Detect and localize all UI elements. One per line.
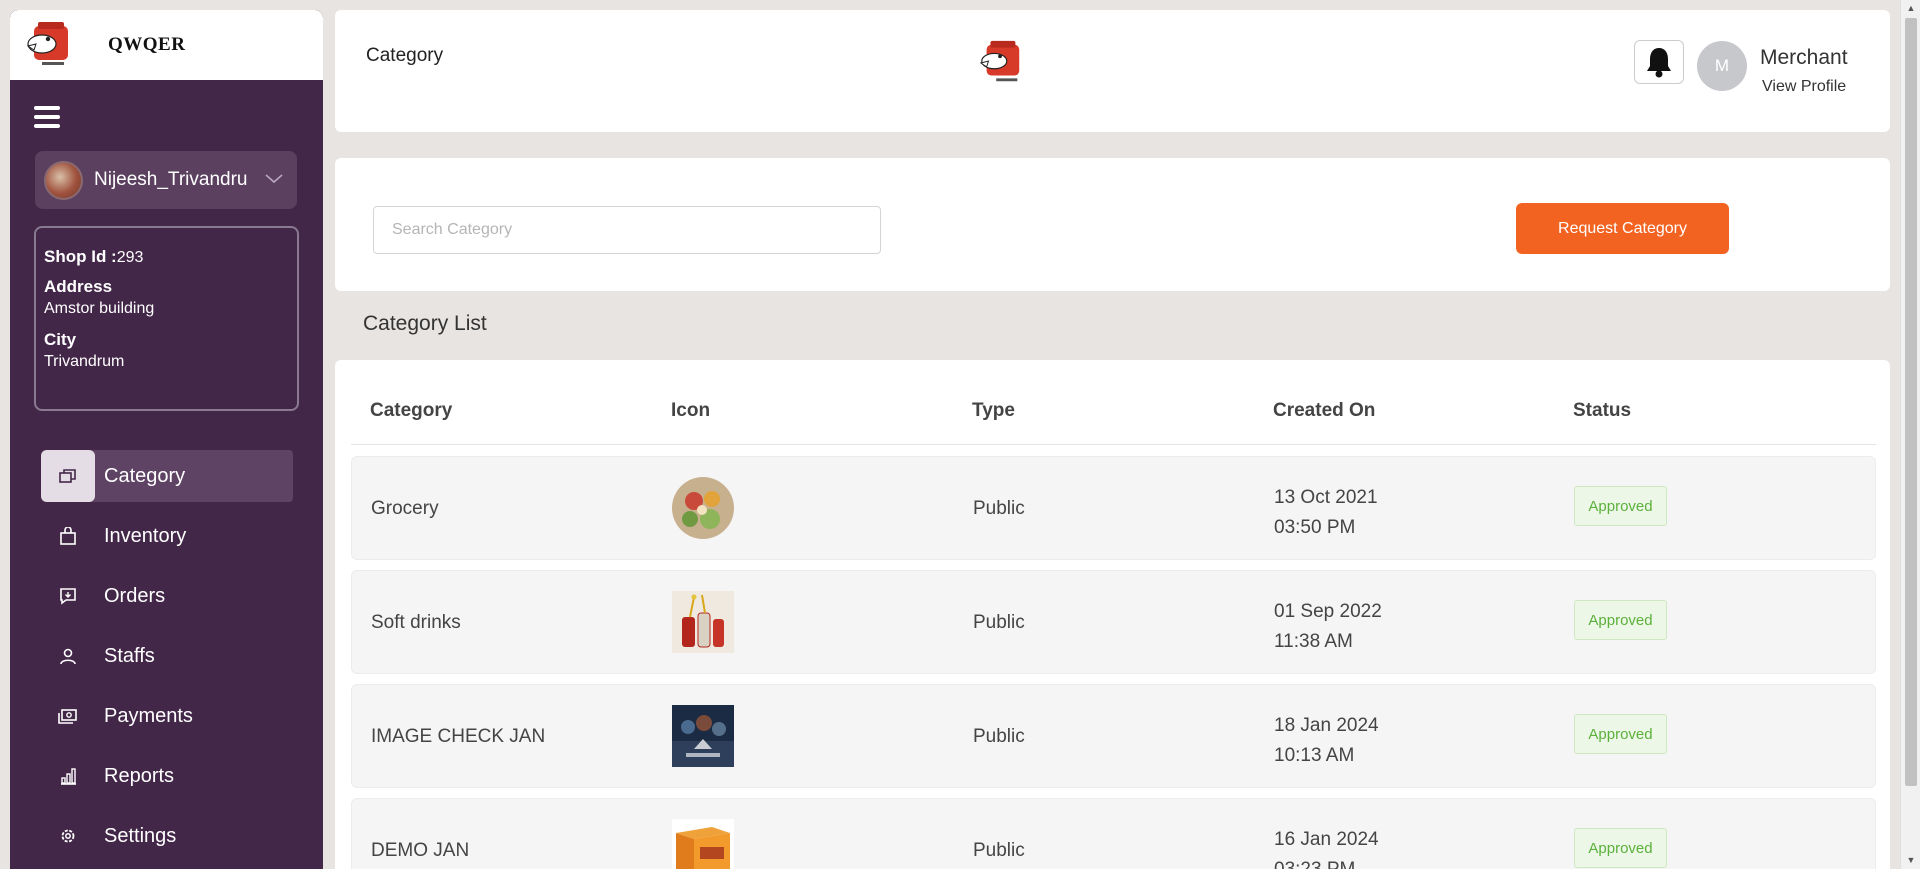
created-time: 03:23 PM xyxy=(1274,855,1379,869)
category-name: Grocery xyxy=(371,498,439,519)
created-date: 18 Jan 2024 xyxy=(1274,715,1379,736)
search-panel: Request Category xyxy=(335,158,1890,291)
category-type: Public xyxy=(973,612,1025,633)
category-list-title: Category List xyxy=(363,312,487,335)
created-date: 16 Jan 2024 xyxy=(1274,829,1379,850)
category-name: IMAGE CHECK JAN xyxy=(371,726,546,747)
status-badge: Approved xyxy=(1574,828,1667,868)
sidebar: QWQER Nijeesh_Trivandru Shop Id :293 Add… xyxy=(10,10,323,869)
qwqer-logo xyxy=(26,22,68,65)
chevron-down-icon xyxy=(265,171,283,189)
created-on: 13 Oct 2021 03:50 PM xyxy=(1274,483,1378,543)
scroll-down-arrow-icon[interactable]: ▼ xyxy=(1901,852,1920,869)
created-date: 13 Oct 2021 xyxy=(1274,487,1378,508)
sidebar-item-label: Settings xyxy=(104,824,177,847)
profile-avatar[interactable]: M xyxy=(1697,41,1747,91)
category-table: Category Icon Type Created On Status Gro… xyxy=(335,360,1890,869)
table-row[interactable]: Grocery Public 13 Oct 2021 03:50 PM Appr… xyxy=(351,456,1876,560)
view-profile-link[interactable]: View Profile xyxy=(1762,78,1846,96)
address-value: Amstor building xyxy=(44,300,155,317)
qwqer-logo xyxy=(979,40,1020,82)
sidebar-item-label: Inventory xyxy=(104,524,187,547)
sidebar-item-payments[interactable]: Payments xyxy=(41,690,293,742)
category-type: Public xyxy=(973,840,1025,861)
user-name: Nijeesh_Trivandru xyxy=(94,169,248,190)
page-scrollbar[interactable]: ▲ ▼ xyxy=(1900,0,1920,869)
shop-id-value: 293 xyxy=(116,249,144,266)
bag-icon xyxy=(41,510,95,562)
status-badge: Approved xyxy=(1574,714,1667,754)
menu-toggle-icon[interactable] xyxy=(34,106,60,128)
sidebar-item-staffs[interactable]: Staffs xyxy=(41,630,293,682)
request-category-button[interactable]: Request Category xyxy=(1516,203,1729,254)
sidebar-item-inventory[interactable]: Inventory xyxy=(41,510,293,562)
profile-name: Merchant xyxy=(1760,46,1848,69)
product-box-image xyxy=(672,819,734,869)
city-label: City xyxy=(44,330,77,349)
scrollbar-thumb[interactable] xyxy=(1905,18,1917,786)
category-icon xyxy=(41,450,95,502)
created-date: 01 Sep 2022 xyxy=(1274,601,1382,622)
column-header-type: Type xyxy=(972,400,1015,421)
status-badge: Approved xyxy=(1574,600,1667,640)
created-on: 18 Jan 2024 10:13 AM xyxy=(1274,711,1379,771)
category-name: DEMO JAN xyxy=(371,840,470,861)
notification-button[interactable] xyxy=(1634,40,1684,84)
sidebar-item-label: Payments xyxy=(104,704,193,727)
column-header-category: Category xyxy=(370,400,453,421)
sidebar-item-settings[interactable]: Settings xyxy=(41,810,293,862)
category-type: Public xyxy=(973,726,1025,747)
table-row[interactable]: IMAGE CHECK JAN Public 18 Jan 2024 10:13… xyxy=(351,684,1876,788)
user-avatar xyxy=(44,160,83,200)
search-input[interactable] xyxy=(373,206,881,254)
shop-id-label: Shop Id : xyxy=(44,247,117,266)
created-time: 11:38 AM xyxy=(1274,631,1353,652)
sidebar-item-label: Orders xyxy=(104,584,166,607)
poster-image xyxy=(672,705,734,767)
category-type: Public xyxy=(973,498,1025,519)
sidebar-item-category[interactable]: Category xyxy=(41,450,293,502)
created-on: 01 Sep 2022 11:38 AM xyxy=(1274,597,1382,657)
sidebar-item-reports[interactable]: Reports xyxy=(41,750,293,802)
created-on: 16 Jan 2024 03:23 PM xyxy=(1274,825,1379,869)
sidebar-item-label: Staffs xyxy=(104,644,155,667)
soft-drinks-image xyxy=(672,591,734,653)
shop-info-card: Shop Id :293 Address Amstor building Cit… xyxy=(34,226,299,411)
sidebar-nav: Category Inventory Orders Staffs Payment… xyxy=(41,450,293,869)
address-label: Address xyxy=(44,277,113,296)
bell-icon xyxy=(1647,48,1671,78)
gear-icon xyxy=(41,810,95,862)
table-row[interactable]: DEMO JAN Public 16 Jan 2024 03:23 PM App… xyxy=(351,798,1876,869)
scroll-up-arrow-icon[interactable]: ▲ xyxy=(1901,0,1920,17)
page-title: Category xyxy=(366,45,444,66)
person-icon xyxy=(41,630,95,682)
orders-icon xyxy=(41,570,95,622)
brand-name: QWQER xyxy=(108,34,186,55)
created-time: 03:50 PM xyxy=(1274,517,1356,538)
city-value: Trivandrum xyxy=(44,353,125,370)
user-selector[interactable]: Nijeesh_Trivandru xyxy=(35,151,297,209)
grocery-image xyxy=(672,477,734,539)
table-row[interactable]: Soft drinks Public 01 Sep 2022 11:38 AM … xyxy=(351,570,1876,674)
column-header-icon: Icon xyxy=(671,400,711,421)
chart-icon xyxy=(41,750,95,802)
sidebar-item-label: Reports xyxy=(104,764,175,787)
category-name: Soft drinks xyxy=(371,612,461,633)
status-badge: Approved xyxy=(1574,486,1667,526)
top-header: Category M Merchant View Profile xyxy=(335,10,1890,132)
column-header-status: Status xyxy=(1573,400,1632,421)
column-header-created-on: Created On xyxy=(1273,400,1376,421)
sidebar-item-label: Category xyxy=(104,464,186,487)
brand-header[interactable]: QWQER xyxy=(10,10,323,80)
table-header: Category Icon Type Created On Status xyxy=(351,360,1876,445)
created-time: 10:13 AM xyxy=(1274,745,1355,766)
sidebar-item-orders[interactable]: Orders xyxy=(41,570,293,622)
payment-icon xyxy=(41,690,95,742)
